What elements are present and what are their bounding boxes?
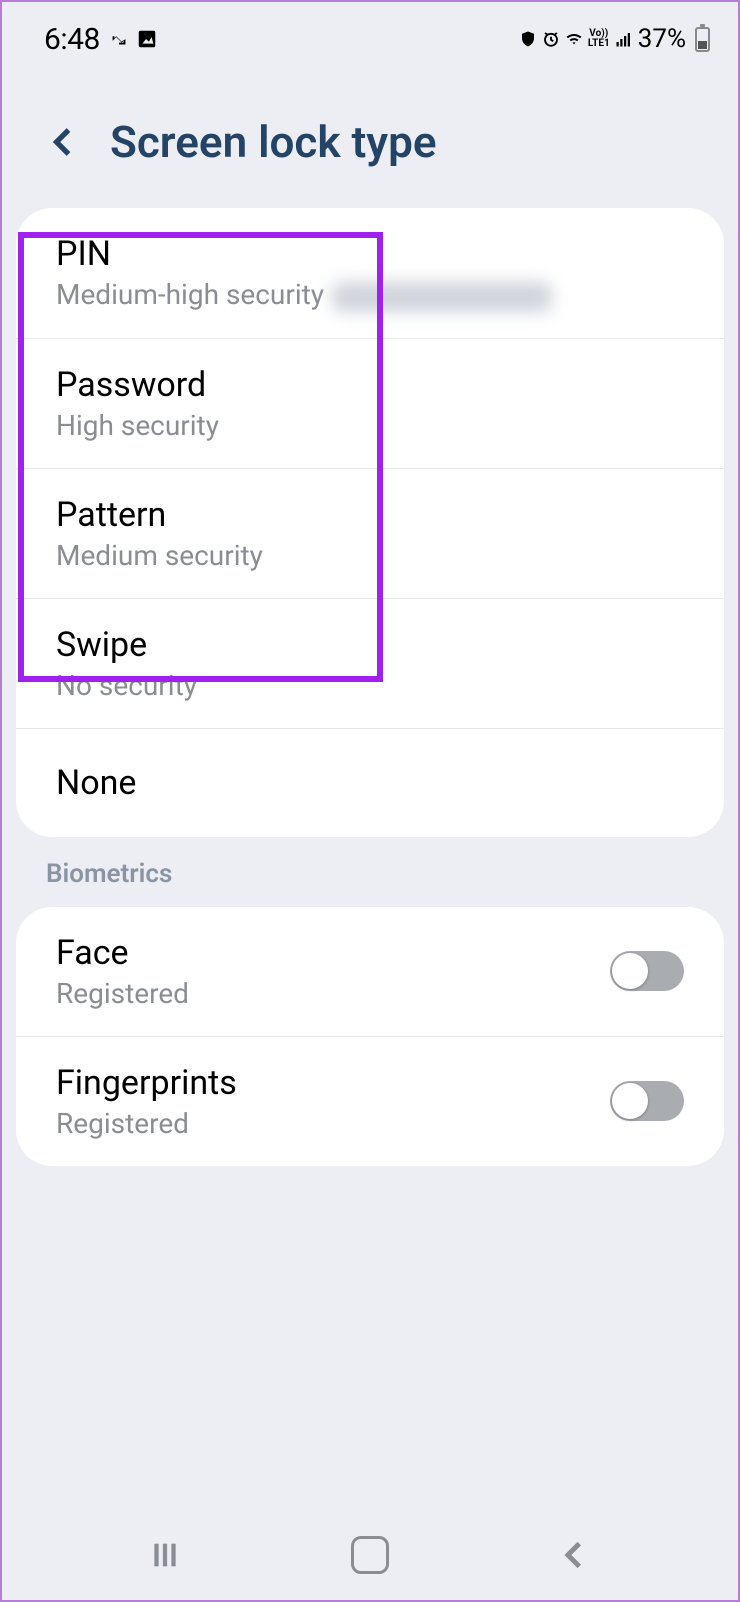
lock-option-sub: Medium security	[56, 539, 263, 572]
status-right: Vo)) LTE1 37%	[519, 24, 710, 54]
lock-option-swipe[interactable]: Swipe No security	[16, 599, 724, 729]
status-left-icons	[108, 28, 158, 50]
lock-option-title: PIN	[56, 234, 552, 274]
nav-back[interactable]	[545, 1525, 605, 1585]
status-left: 6:48	[44, 22, 158, 57]
status-bar: 6:48 Vo)) LTE1	[2, 2, 738, 68]
biometric-face[interactable]: Face Registered	[16, 907, 724, 1037]
lock-option-title: Swipe	[56, 625, 197, 665]
biometric-sub: Registered	[56, 1107, 237, 1140]
lock-option-password[interactable]: Password High security	[16, 339, 724, 469]
lock-option-title: Pattern	[56, 495, 263, 535]
lock-options-card: PIN Medium-high security Password High s…	[16, 208, 724, 837]
missed-call-icon	[108, 28, 130, 50]
lock-option-sub: Medium-high security	[56, 278, 552, 312]
lock-option-title: Password	[56, 365, 219, 405]
back-icon[interactable]	[46, 124, 82, 160]
nav-recents[interactable]	[135, 1525, 195, 1585]
page-title: Screen lock type	[110, 116, 437, 168]
battery-icon	[695, 27, 710, 52]
wifi-icon	[565, 30, 583, 48]
fingerprints-toggle[interactable]	[610, 1081, 684, 1121]
biometric-title: Face	[56, 933, 189, 973]
lock-option-title: None	[56, 763, 136, 803]
nav-bar	[2, 1510, 738, 1600]
biometric-fingerprints[interactable]: Fingerprints Registered	[16, 1037, 724, 1166]
lock-option-sub: High security	[56, 409, 219, 442]
signal-icon	[615, 30, 633, 48]
page-header: Screen lock type	[2, 68, 738, 208]
biometrics-label: Biometrics	[2, 837, 738, 907]
biometric-title: Fingerprints	[56, 1063, 237, 1103]
lock-option-pattern[interactable]: Pattern Medium security	[16, 469, 724, 599]
lock-option-pin[interactable]: PIN Medium-high security	[16, 208, 724, 339]
redacted-blur	[332, 282, 552, 312]
lock-option-none[interactable]: None	[16, 729, 724, 837]
face-toggle[interactable]	[610, 951, 684, 991]
status-time: 6:48	[44, 22, 100, 57]
image-icon	[136, 28, 158, 50]
alarm-icon	[542, 30, 560, 48]
lock-option-sub: No security	[56, 669, 197, 702]
nav-home[interactable]	[340, 1525, 400, 1585]
battery-pct: 37%	[638, 24, 686, 54]
volte-indicator: Vo)) LTE1	[588, 29, 610, 49]
biometrics-card: Face Registered Fingerprints Registered	[16, 907, 724, 1166]
shield-icon	[519, 30, 537, 48]
biometric-sub: Registered	[56, 977, 189, 1010]
